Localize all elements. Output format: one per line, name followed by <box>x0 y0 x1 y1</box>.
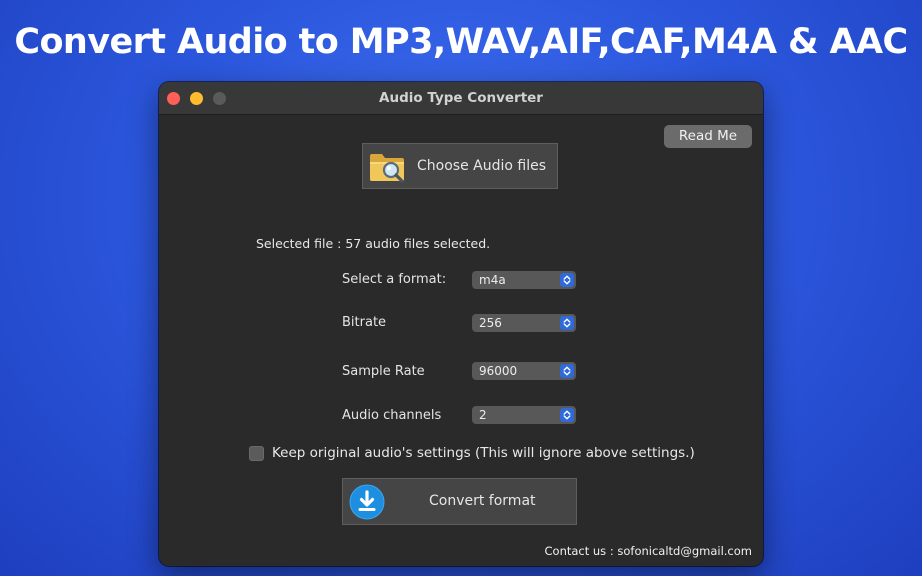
sample-rate-value: 96000 <box>479 364 518 378</box>
format-value: m4a <box>479 273 506 287</box>
keep-original-settings-label[interactable]: Keep original audio's settings (This wil… <box>272 445 695 461</box>
up-down-chevron-icon <box>560 408 574 422</box>
audio-channels-label: Audio channels <box>342 408 442 423</box>
choose-audio-files-label: Choose Audio files <box>417 158 546 174</box>
title-bar[interactable]: Audio Type Converter <box>159 82 763 115</box>
up-down-chevron-icon <box>560 273 574 287</box>
promo-headline: Convert Audio to MP3,WAV,AIF,CAF,M4A & A… <box>14 22 908 62</box>
download-icon <box>349 484 385 520</box>
selected-files-status: Selected file : 57 audio files selected. <box>256 236 491 251</box>
bitrate-value: 256 <box>479 316 502 330</box>
sample-rate-label: Sample Rate <box>342 364 425 379</box>
convert-format-button[interactable]: Convert format <box>342 478 577 525</box>
choose-audio-files-button[interactable]: Choose Audio files <box>362 143 558 189</box>
format-label: Select a format: <box>342 272 447 287</box>
audio-channels-select[interactable]: 2 <box>472 406 576 424</box>
folder-search-icon <box>370 154 404 183</box>
bitrate-label: Bitrate <box>342 315 387 330</box>
window-title: Audio Type Converter <box>379 90 543 106</box>
bitrate-select[interactable]: 256 <box>472 314 576 332</box>
format-select[interactable]: m4a <box>472 271 576 289</box>
sample-rate-select[interactable]: 96000 <box>472 362 576 380</box>
up-down-chevron-icon <box>560 364 574 378</box>
keep-original-settings-checkbox[interactable] <box>249 446 264 461</box>
up-down-chevron-icon <box>560 316 574 330</box>
app-window: Audio Type Converter Read Me Choose Audi… <box>159 82 763 566</box>
audio-channels-value: 2 <box>479 408 487 422</box>
convert-format-label: Convert format <box>429 493 536 509</box>
read-me-button[interactable]: Read Me <box>664 125 752 148</box>
contact-email-text: Contact us : sofonicaltd@gmail.com <box>544 544 753 558</box>
